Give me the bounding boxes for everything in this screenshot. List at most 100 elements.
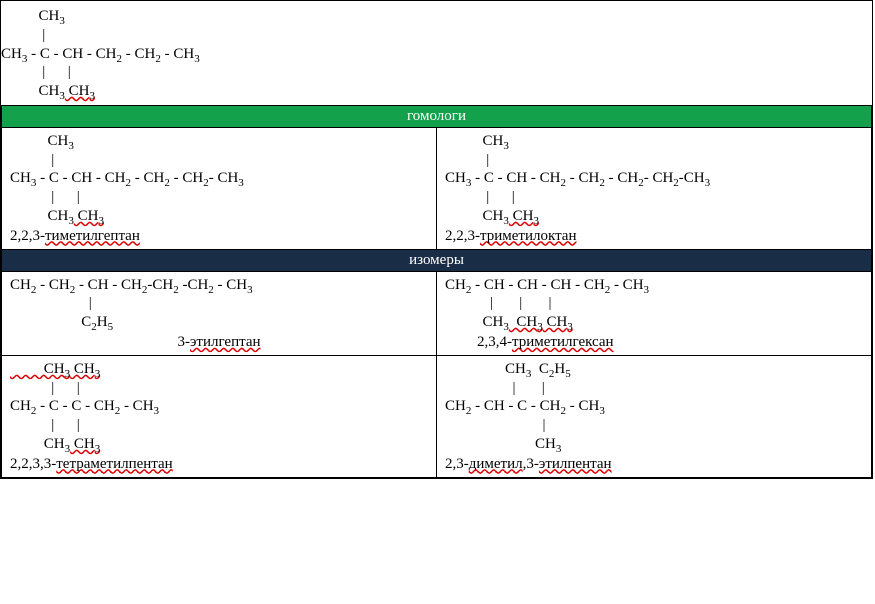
- cell-isomer-4: CH3 C2H5 | | CH2 - CH - C - CH2 - CH3 | …: [437, 355, 872, 477]
- cell-isomer-2: CH2 - CH - CH - CH - CH2 - CH3 | | | CH3…: [437, 271, 872, 355]
- i2-formula: CH2 - CH - CH - CH - CH2 - CH3 | | | CH3…: [437, 272, 871, 334]
- i3-l3b: - C - C - CH: [36, 398, 114, 414]
- h1-l3e: - CH: [209, 170, 239, 186]
- i3-name: 2,2,3,3-тетраметилпентан: [2, 456, 436, 477]
- i3-l1b: CH: [70, 361, 95, 377]
- i2-l3b: CH: [509, 314, 537, 330]
- h2-l5a: CH: [445, 208, 503, 224]
- document-page: CH3 | CH3 - C - CH - CH2 - CH2 - CH3 | |…: [0, 0, 873, 479]
- i1-name-a: 3-: [177, 334, 190, 350]
- t-l5a: CH: [1, 83, 59, 99]
- t-l4: | |: [1, 64, 71, 80]
- t-l1: CH: [1, 8, 59, 24]
- i4-l5as: 3: [556, 443, 562, 455]
- i3-l2: | |: [10, 380, 80, 396]
- cell-isomer-3: CH3 CH3 | | CH2 - C - C - CH2 - CH3 | | …: [2, 355, 437, 477]
- i1-l1f: - CH: [214, 277, 247, 293]
- h2-l3fs: 3: [705, 177, 711, 189]
- i2-l1a: CH: [445, 277, 466, 293]
- i3-name-a: 2,2,3,3-: [10, 456, 56, 472]
- h2-l3c: - CH: [566, 170, 599, 186]
- h1-name: 2,2,3-тиметилгептан: [2, 228, 436, 249]
- i4-name: 2,3-диметил,3-этилпентан: [437, 456, 871, 477]
- h1-l3a: CH: [10, 170, 31, 186]
- t-l3d: - CH: [161, 46, 194, 62]
- i4-l2: | |: [445, 380, 545, 396]
- i4-l3cs: 3: [599, 405, 605, 417]
- h2-l3a: CH: [445, 170, 466, 186]
- h2-l3e: - CH: [644, 170, 674, 186]
- i3-l3c: - CH: [120, 398, 153, 414]
- i4-name-a: 2,3-: [445, 456, 469, 472]
- chemistry-table: гомологи CH3 | CH3 - C - CH - CH2 - CH2 …: [1, 105, 872, 478]
- i1-l1e: -CH: [179, 277, 209, 293]
- h1-l3d: - CH: [170, 170, 203, 186]
- i4-l1c: H: [554, 361, 565, 377]
- i3-l5bs: 3: [95, 443, 101, 455]
- i1-l1fs: 3: [247, 284, 253, 296]
- i4-formula: CH3 C2H5 | | CH2 - CH - C - CH2 - CH3 | …: [437, 356, 871, 456]
- i3-l5b: CH: [70, 436, 95, 452]
- i2-l3c: CH: [543, 314, 568, 330]
- h2-l1: CH: [445, 133, 503, 149]
- h2-l5b: CH: [509, 208, 534, 224]
- i1-l1d: -CH: [147, 277, 173, 293]
- h1-l3c: - CH: [131, 170, 164, 186]
- i4-l4: |: [445, 417, 546, 433]
- i2-l3a: CH: [445, 314, 503, 330]
- i2-l1b: - CH - CH - CH - CH: [471, 277, 604, 293]
- t-l1s: 3: [59, 15, 65, 27]
- i2-name: 2,3,4-триметилгексан: [437, 334, 871, 355]
- h1-l5a: CH: [10, 208, 68, 224]
- i1-l3b: H: [97, 314, 108, 330]
- i3-l5a: CH: [10, 436, 65, 452]
- i3-l1bs: 3: [95, 368, 101, 380]
- i1-l1a: CH: [10, 277, 31, 293]
- i1-l2: |: [10, 295, 92, 311]
- t-l2: |: [1, 27, 45, 43]
- h1-name-a: 2,2,3-: [10, 228, 45, 244]
- i1-l3bs: 5: [108, 321, 114, 333]
- h1-l5b: CH: [74, 208, 99, 224]
- t-l3a: CH: [1, 46, 22, 62]
- h2-l3d: - CH: [605, 170, 638, 186]
- i4-name-b: диметил: [469, 456, 523, 472]
- i4-name-c: ,3-: [523, 456, 539, 472]
- h1-formula: CH3 | CH3 - C - CH - CH2 - CH2 - CH2- CH…: [2, 128, 436, 228]
- i4-l1a: CH: [445, 361, 526, 377]
- h2-l2: |: [445, 152, 489, 168]
- i1-l1c: - CH - CH: [75, 277, 142, 293]
- cell-homolog-2: CH3 | CH3 - C - CH - CH2 - CH2 - CH2- CH…: [437, 127, 872, 249]
- h2-name-a: 2,2,3-: [445, 228, 480, 244]
- t-l3ds: 3: [194, 53, 200, 65]
- h2-name-b: триметилоктан: [480, 228, 577, 244]
- i2-l1c: - CH: [610, 277, 643, 293]
- t-l3c: - CH: [122, 46, 155, 62]
- i1-name: 3-этилгептан: [2, 334, 436, 355]
- i3-formula: CH3 CH3 | | CH2 - C - C - CH2 - CH3 | | …: [2, 356, 436, 456]
- h1-l4: | |: [10, 189, 80, 205]
- i2-l3cs: 3: [567, 321, 573, 333]
- i4-l3b: - CH - C - CH: [471, 398, 560, 414]
- h1-l1: CH: [10, 133, 68, 149]
- i3-l3cs: 3: [154, 405, 160, 417]
- i4-name-d: этилпентан: [539, 456, 612, 472]
- header-isomers: изомеры: [2, 249, 872, 271]
- i4-l5a: CH: [445, 436, 556, 452]
- cell-homolog-1: CH3 | CH3 - C - CH - CH2 - CH2 - CH2- CH…: [2, 127, 437, 249]
- i3-l4: | |: [10, 417, 80, 433]
- h2-l3b: - C - CH - CH: [471, 170, 560, 186]
- i1-name-b: этилгептан: [190, 334, 261, 350]
- h2-l4: | |: [445, 189, 515, 205]
- i3-l3a: CH: [10, 398, 31, 414]
- header-homologs: гомологи: [2, 105, 872, 127]
- h1-l2: |: [10, 152, 54, 168]
- t-l5bs: 3: [89, 90, 95, 102]
- i1-l3a: C: [10, 314, 91, 330]
- i1-formula: CH2 - CH2 - CH - CH2-CH2 -CH2 - CH3 | C2…: [2, 272, 436, 334]
- i2-l1cs: 3: [644, 284, 650, 296]
- h1-l3es: 3: [238, 177, 244, 189]
- h1-name-b: тиметилгептан: [45, 228, 140, 244]
- i3-name-b: тетраметилпентан: [56, 456, 172, 472]
- i3-l1a: CH: [10, 361, 65, 377]
